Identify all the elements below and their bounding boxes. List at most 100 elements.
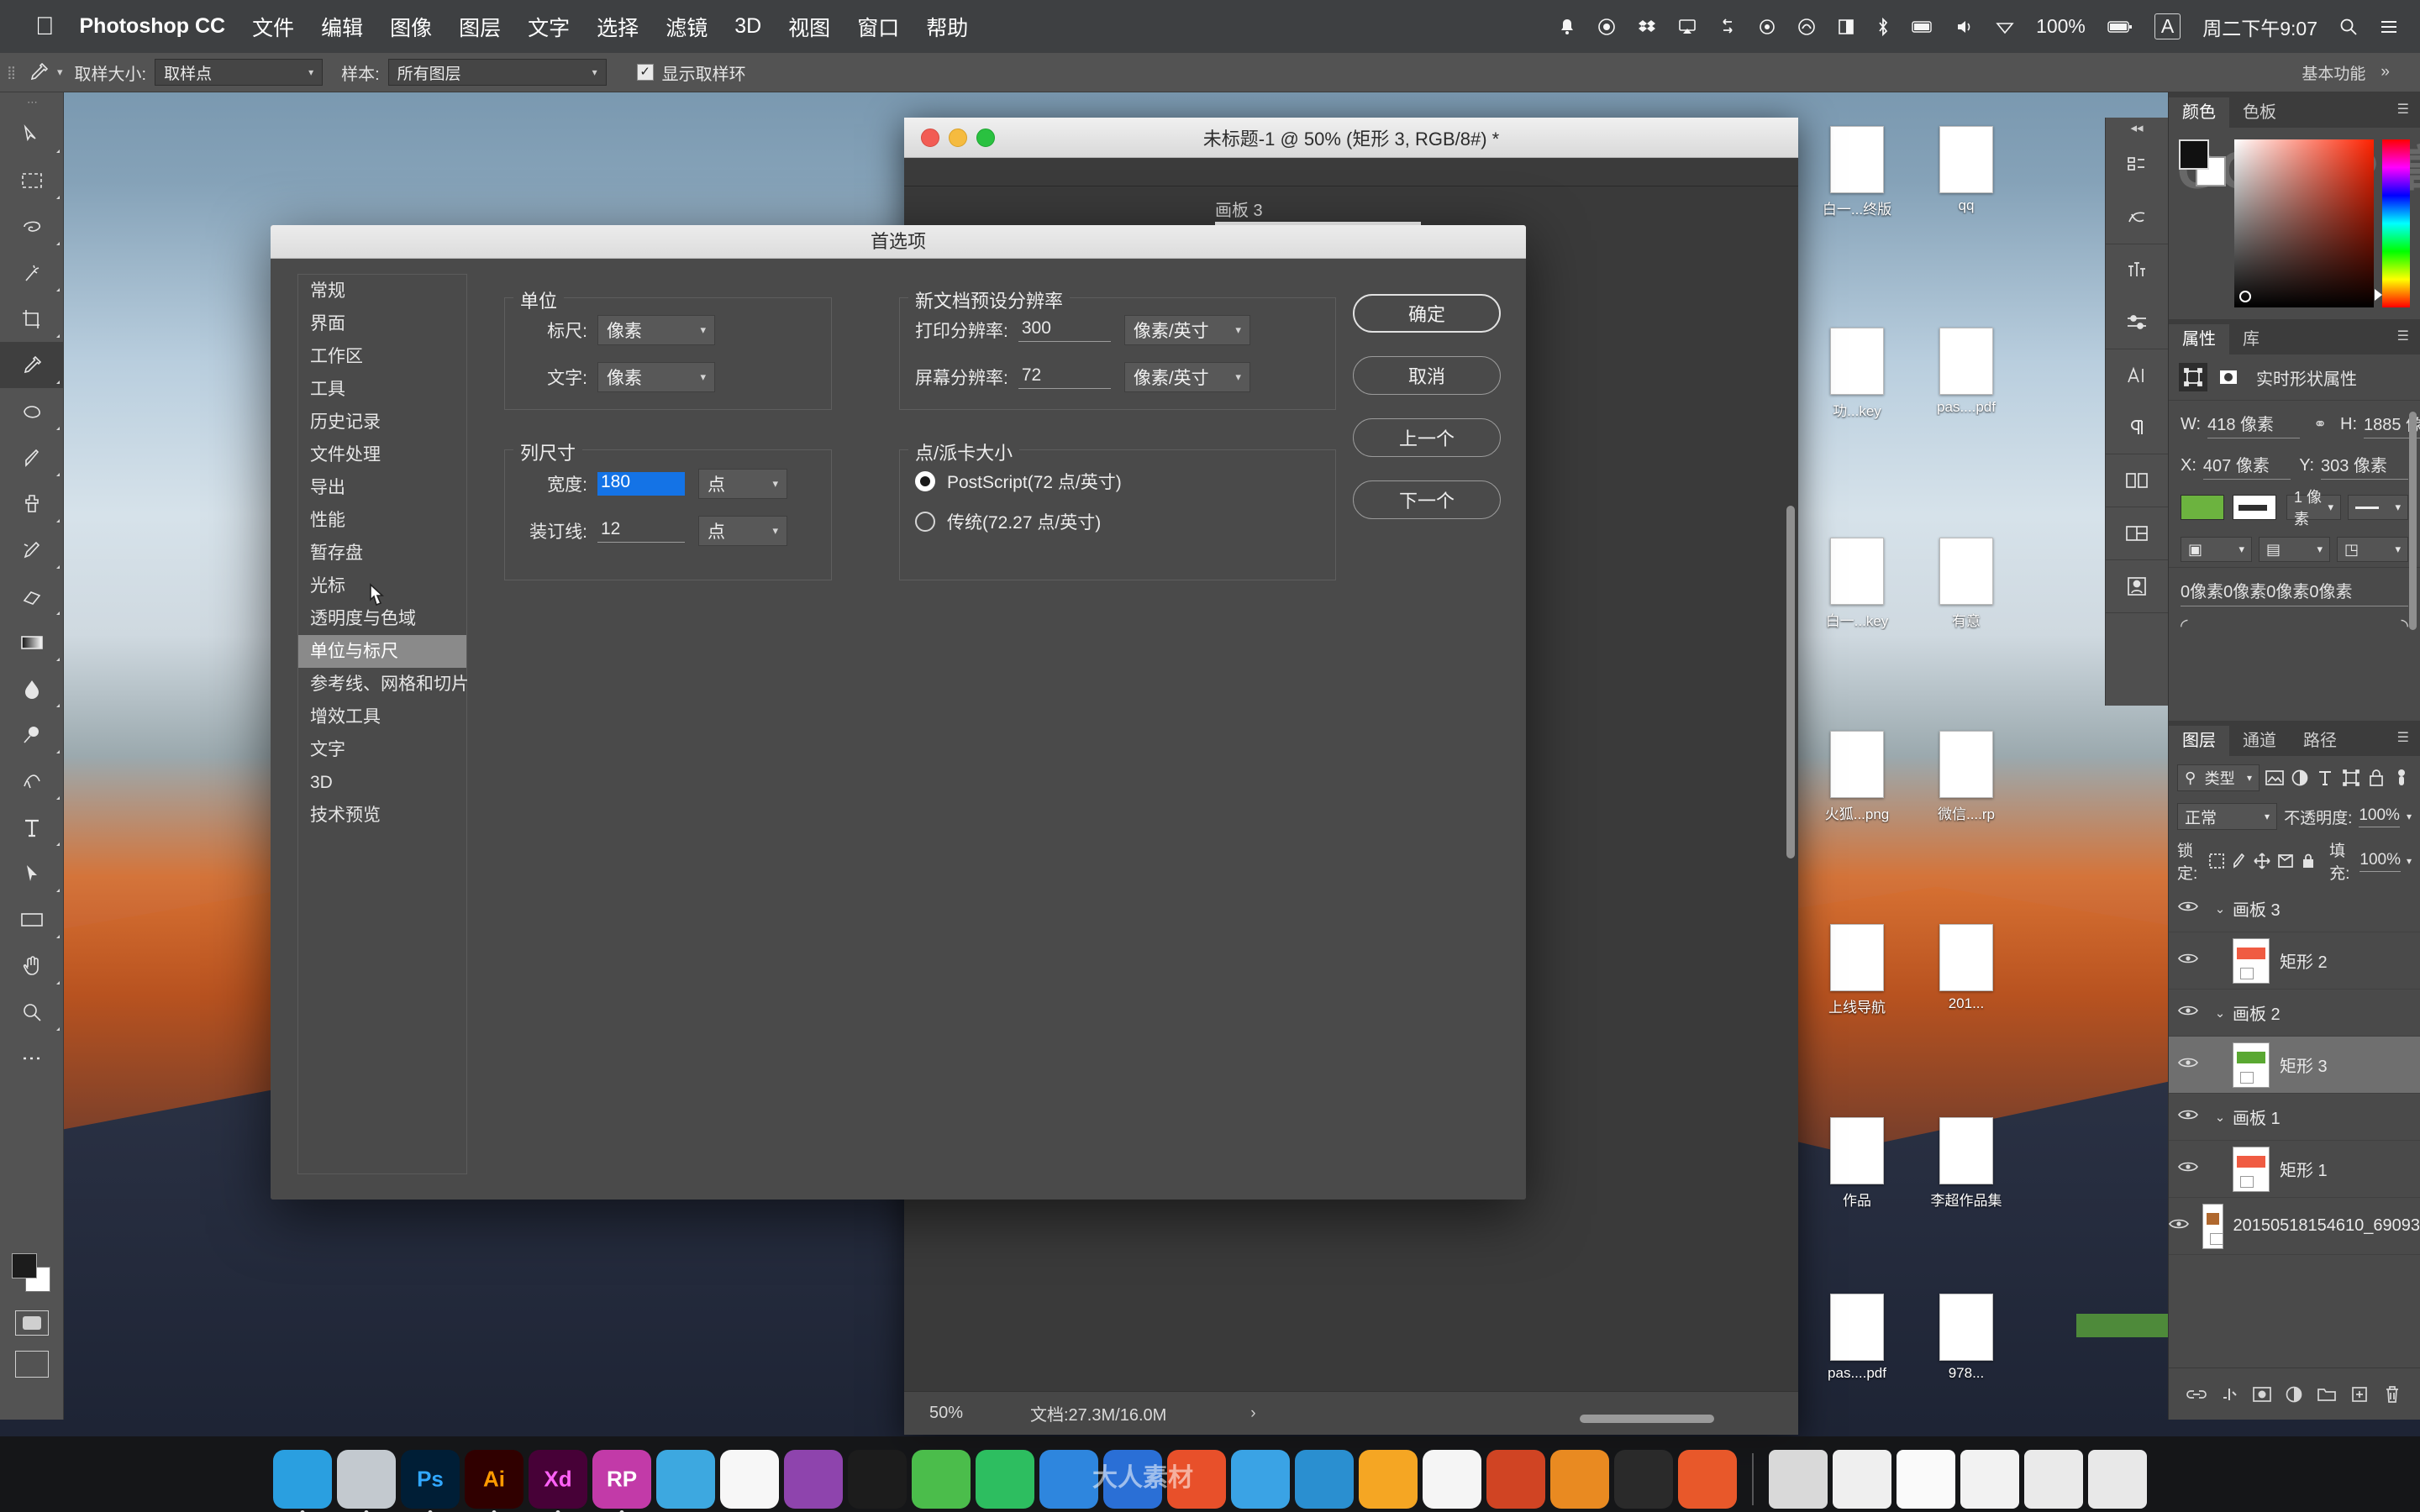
dock-item-pocket[interactable] — [784, 1450, 843, 1509]
hand-tool[interactable] — [0, 942, 63, 989]
layer-filter-type-select[interactable]: ⚲ 类型 ▾ — [2177, 764, 2260, 791]
toolbar-grip[interactable]: ⋯ — [0, 92, 63, 111]
new-group-icon[interactable] — [2314, 1382, 2339, 1407]
smart-object-filter-icon[interactable] — [2366, 765, 2386, 790]
document-title-bar[interactable]: 未标题-1 @ 50% (矩形 3, RGB/8#) * — [904, 118, 1798, 158]
fill-color-swatch[interactable] — [2181, 495, 2224, 520]
tab-layers[interactable]: 图层 — [2169, 726, 2229, 756]
type-unit-select[interactable]: 像素 ▾ — [597, 362, 715, 392]
prefs-nav-item-11[interactable]: 单位与标尺 — [298, 635, 466, 668]
workspace-overflow-icon[interactable]: » — [2381, 63, 2390, 81]
prefs-nav-item-2[interactable]: 工作区 — [298, 340, 466, 373]
airplay-icon[interactable] — [1678, 18, 1697, 35]
battery-bar-icon[interactable] — [1912, 19, 1933, 34]
tab-properties[interactable]: 属性 — [2169, 324, 2229, 354]
type-tool[interactable] — [0, 804, 63, 850]
blend-mode-select[interactable]: 正常 ▾ — [2177, 803, 2278, 830]
tool-options-bar[interactable]: ⣿ ▾ 取样大小: 取样点 ▾ 样本: 所有图层 ▾ ✓ 显示取样环 基本功能 … — [0, 53, 2420, 92]
quick-mask-toggle[interactable] — [15, 1310, 49, 1336]
diamond-icon[interactable] — [1996, 18, 2014, 35]
rectangle-tool[interactable] — [0, 896, 63, 942]
dock-item-wechat[interactable] — [912, 1450, 971, 1509]
lock-artboard-icon[interactable] — [2276, 848, 2293, 874]
paragraph-icon[interactable] — [2106, 402, 2168, 454]
prefs-nav-item-15[interactable]: 3D — [298, 766, 466, 799]
eye-icon[interactable] — [2169, 1056, 2207, 1074]
chevron-down-icon[interactable]: ⌄ — [2207, 1110, 2233, 1125]
stroke-style-select[interactable]: ▾ — [2348, 495, 2408, 520]
prefs-nav-item-16[interactable]: 技术预览 — [298, 799, 466, 832]
menu-item-5[interactable]: 选择 — [597, 12, 639, 42]
battery-percent[interactable]: 100% — [2036, 15, 2086, 38]
panel-menu-icon[interactable]: ☰ — [2397, 729, 2410, 746]
layer-list[interactable]: ⌄ 画板 3 矩形 2 ⌄ 画板 2 矩形 3 ⌄ 画板 1 矩形 1 2015051815461… — [2169, 885, 2420, 1368]
layer-style-icon[interactable] — [2217, 1382, 2242, 1407]
column-width-unit-select[interactable]: 点 ▾ — [698, 469, 787, 499]
desktop-file-icon[interactable]: qq — [1916, 126, 2017, 214]
canvas-vertical-scrollbar[interactable] — [1786, 506, 1795, 858]
menu-item-1[interactable]: 编辑 — [321, 12, 363, 42]
bluetooth-icon[interactable] — [1876, 17, 1890, 36]
menu-clock[interactable]: 周二下午9:07 — [2202, 13, 2317, 41]
character-icon[interactable] — [2106, 349, 2168, 402]
layer-group-row[interactable]: ⌄ 画板 3 — [2169, 885, 2420, 932]
eye-icon[interactable] — [2169, 1217, 2190, 1235]
layers-panel-toolbar[interactable] — [2169, 1368, 2420, 1420]
prefs-nav-item-12[interactable]: 参考线、网格和切片 — [298, 668, 469, 701]
dock-item-keka[interactable] — [1678, 1450, 1737, 1509]
screen-mode-toggle[interactable] — [15, 1351, 49, 1378]
preferences-body[interactable]: 常规 界面 工作区 工具 历史记录 文件处理 导出 性能 暂存盘 光标 透明度与色域 单位与标尺 参考线… — [271, 259, 1526, 1200]
image-filter-icon[interactable] — [2265, 765, 2285, 790]
actions-icon[interactable] — [2106, 192, 2168, 244]
prefs-nav-item-4[interactable]: 历史记录 — [298, 406, 466, 438]
desktop-file-icon[interactable]: pas....pdf — [1916, 328, 2017, 416]
fill-chevron-icon[interactable]: ▾ — [2407, 855, 2412, 867]
link-icon[interactable]: ⚭ — [2313, 415, 2327, 434]
prefs-nav-item-1[interactable]: 界面 — [298, 307, 466, 340]
stroke-cap-select[interactable]: ▤ ▾ — [2259, 537, 2330, 562]
color-picker-marker[interactable] — [2239, 291, 2252, 302]
input-source-indicator[interactable]: A — [2154, 13, 2181, 39]
hue-marker[interactable] — [2374, 289, 2382, 301]
color-field[interactable] — [2234, 139, 2374, 307]
dock-item-trash[interactable] — [2088, 1450, 2147, 1509]
eye-icon[interactable] — [2169, 952, 2207, 969]
dock-item-sketch[interactable] — [720, 1450, 779, 1509]
menu-item-7[interactable]: 3D — [734, 14, 761, 39]
dock-item-axure-rp[interactable]: RP — [592, 1450, 651, 1512]
macos-dock[interactable]: Ps Ai Xd RP — [0, 1436, 2420, 1512]
dock-item-xd[interactable]: Xd — [529, 1450, 587, 1512]
ok-button[interactable]: 确定 — [1353, 294, 1501, 333]
layer-mask-icon[interactable] — [2249, 1382, 2275, 1407]
y-value[interactable]: 303 像素 — [2321, 452, 2408, 480]
menu-item-6[interactable]: 滤镜 — [666, 12, 708, 42]
properties-sliders-icon[interactable] — [2106, 297, 2168, 349]
layer-group-row[interactable]: ⌄ 画板 2 — [2169, 990, 2420, 1037]
lock-image-icon[interactable] — [2231, 848, 2248, 874]
desktop-file-icon[interactable]: 201... — [1916, 924, 2017, 1012]
prefs-nav-item-7[interactable]: 性能 — [298, 504, 466, 537]
tab-swatches[interactable]: 色板 — [2229, 97, 2290, 128]
layer-row[interactable]: 矩形 1 — [2169, 1141, 2420, 1198]
menu-item-9[interactable]: 窗口 — [857, 12, 899, 42]
gutter-unit-select[interactable]: 点 ▾ — [698, 516, 787, 546]
path-selection-tool[interactable] — [0, 850, 63, 896]
eye-icon[interactable] — [2169, 1160, 2207, 1178]
corner-radius-value[interactable]: 0像素0像素0像素0像素 — [2181, 578, 2408, 606]
dock-item-cleaner[interactable] — [1167, 1450, 1226, 1509]
desktop-file-icon[interactable]: 功...key — [1807, 328, 1907, 420]
gutter-input[interactable]: 12 — [597, 519, 685, 543]
panel-menu-icon[interactable]: ☰ — [2397, 101, 2410, 118]
link-layers-icon[interactable] — [2184, 1382, 2209, 1407]
print-resolution-input[interactable]: 300 — [1018, 318, 1111, 342]
gradient-tool[interactable] — [0, 619, 63, 665]
column-width-input[interactable]: 180 — [597, 472, 685, 496]
layer-thumbnail[interactable] — [2233, 937, 2270, 984]
prefs-nav-item-3[interactable]: 工具 — [298, 373, 466, 406]
desktop-file-icon[interactable]: 上线导航 — [1807, 924, 1907, 1016]
canvas-horizontal-scrollbar[interactable] — [1580, 1415, 1714, 1423]
eraser-tool[interactable] — [0, 573, 63, 619]
tab-libraries[interactable]: 库 — [2229, 324, 2273, 354]
color-panel-body[interactable] — [2169, 128, 2420, 307]
layer-comps-icon[interactable] — [2106, 454, 2168, 507]
